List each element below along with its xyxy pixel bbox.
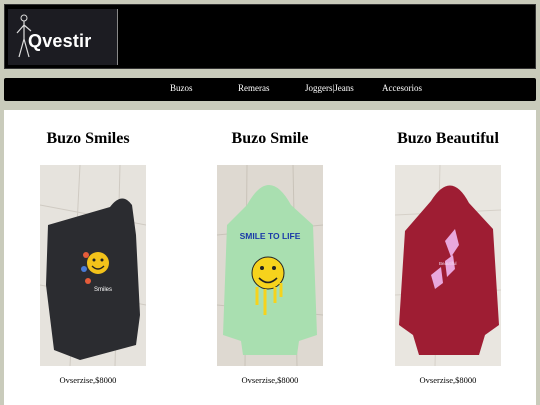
site-header: Qvestir <box>4 4 536 69</box>
nav-item-joggers-jeans[interactable]: Joggers|Jeans <box>305 83 354 93</box>
nav-item-remeras[interactable]: Remeras <box>238 83 270 93</box>
product-image[interactable]: Smiles <box>40 165 146 366</box>
product-caption: Ovserzise,$8000 <box>241 375 299 385</box>
product-title: Buzo Smiles <box>46 130 130 147</box>
product-caption: Ovserzise,$8000 <box>419 375 477 385</box>
nav-item-accesorios[interactable]: Accesorios <box>382 83 422 93</box>
print-text: Smiles <box>94 287 112 293</box>
product-image[interactable]: Beautiful <box>395 165 501 366</box>
product-grid: Buzo Smiles Smiles Ovserzise,$8000 Buzo … <box>4 110 536 405</box>
hoodie-shape <box>46 198 140 360</box>
product-caption: Ovserzise,$8000 <box>59 375 117 385</box>
brand-name: Qvestir <box>28 31 92 51</box>
nav-item-buzos[interactable]: Buzos <box>170 83 193 93</box>
product-title: Buzo Smile <box>231 130 309 147</box>
brand-logo[interactable]: Qvestir <box>8 9 118 65</box>
main-nav: Buzos Remeras Joggers|Jeans Accesorios <box>4 78 536 101</box>
product-title: Buzo Beautiful <box>397 130 499 147</box>
product-image[interactable]: SMILE TO LIFE <box>217 165 323 366</box>
print-text: Beautiful <box>439 261 457 266</box>
print-text: SMILE TO LIFE <box>240 231 301 241</box>
